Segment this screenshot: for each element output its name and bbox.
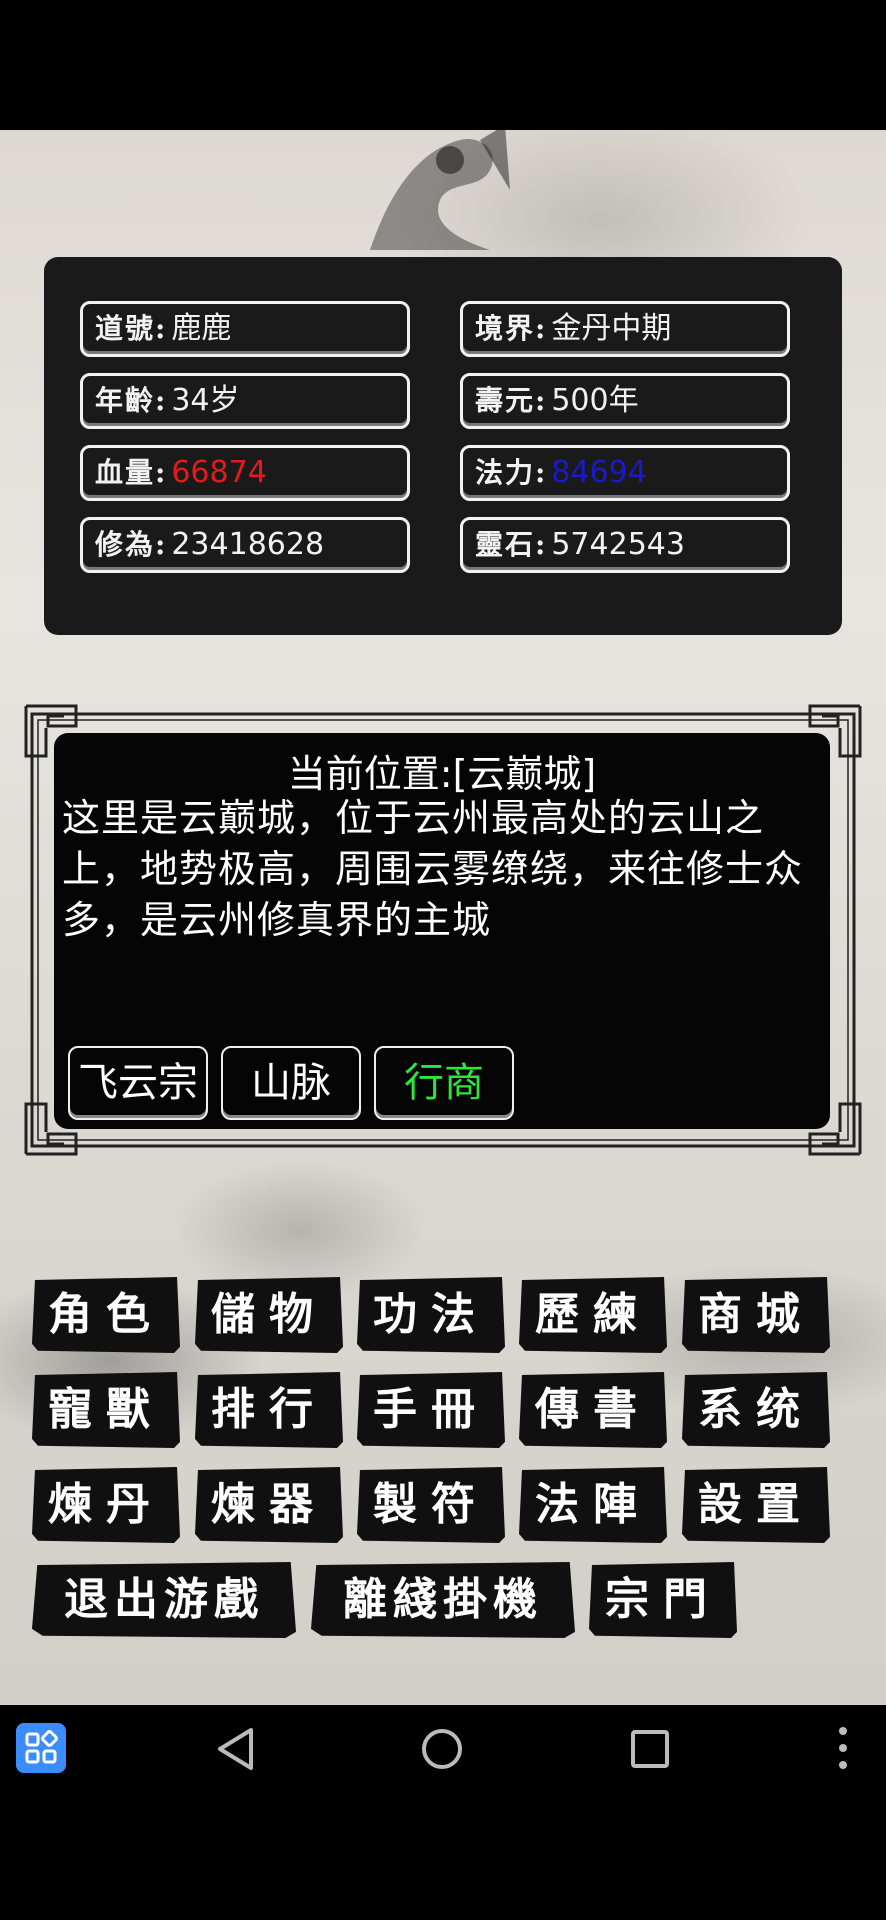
- menu-button-character[interactable]: 角色: [32, 1277, 180, 1353]
- menu-button-offline-idle[interactable]: 離綫掛機: [311, 1562, 575, 1638]
- menu-button-training[interactable]: 歷練: [519, 1277, 667, 1353]
- stat-value: 23418628: [171, 527, 325, 562]
- stat-cultivation: 修為: 23418628: [80, 517, 410, 573]
- menu-button-storage[interactable]: 儲物: [195, 1277, 343, 1353]
- stat-lifespan: 壽元: 500年: [460, 373, 790, 429]
- menu-button-manual[interactable]: 手冊: [357, 1372, 505, 1448]
- location-description: 这里是云巅城，位于云州最高处的云山之上，地势极高，周围云雾缭绕，来往修士众多，是…: [62, 796, 804, 942]
- menu-button-forging[interactable]: 煉器: [195, 1467, 343, 1543]
- recents-icon[interactable]: [630, 1729, 670, 1769]
- stat-value: 金丹中期: [551, 311, 672, 346]
- destination-button-feiyun-sect[interactable]: 飞云宗: [68, 1046, 208, 1120]
- menu-button-ranking[interactable]: 排行: [195, 1372, 343, 1448]
- stat-value: 34岁: [171, 383, 240, 418]
- menu-button-formations[interactable]: 法陣: [519, 1467, 667, 1543]
- home-icon[interactable]: [420, 1727, 464, 1771]
- menu-button-talismans[interactable]: 製符: [357, 1467, 505, 1543]
- menu-button-system[interactable]: 系统: [682, 1372, 830, 1448]
- game-screen: 道號: 鹿鹿 境界: 金丹中期 年齡: 34岁 壽元: 500年 血量: 66874 法力…: [0, 130, 886, 1705]
- stat-hp: 血量: 66874: [80, 445, 410, 501]
- destination-button-mountains[interactable]: 山脉: [221, 1046, 361, 1120]
- back-icon[interactable]: [215, 1727, 257, 1771]
- stat-value: 500年: [551, 383, 639, 418]
- player-stats-panel: 道號: 鹿鹿 境界: 金丹中期 年齡: 34岁 壽元: 500年 血量: 66874 法力…: [44, 257, 842, 635]
- stat-spirit-stones: 靈石: 5742543: [460, 517, 790, 573]
- stat-value: 5742543: [551, 527, 685, 562]
- destination-button-merchant[interactable]: 行商: [374, 1046, 514, 1120]
- ink-warrior-illustration: [370, 130, 510, 250]
- menu-button-alchemy[interactable]: 煉丹: [32, 1467, 180, 1543]
- apps-icon[interactable]: [16, 1723, 66, 1773]
- stat-age: 年齡: 34岁: [80, 373, 410, 429]
- android-navigation-bar: [0, 1705, 886, 1920]
- location-title: 当前位置:[云巅城]: [287, 752, 597, 796]
- more-icon[interactable]: [836, 1725, 850, 1771]
- stat-realm: 境界: 金丹中期: [460, 301, 790, 357]
- status-bar: [0, 0, 886, 130]
- stat-mana: 法力: 84694: [460, 445, 790, 501]
- menu-button-settings[interactable]: 設置: [682, 1467, 830, 1543]
- stat-value: 84694: [551, 455, 647, 490]
- stat-value: 66874: [171, 455, 267, 490]
- menu-button-shop[interactable]: 商城: [682, 1277, 830, 1353]
- stat-value: 鹿鹿: [171, 311, 232, 346]
- location-panel: 当前位置:[云巅城] 这里是云巅城，位于云州最高处的云山之上，地势极高，周围云雾…: [54, 733, 830, 1129]
- menu-button-pets[interactable]: 寵獸: [32, 1372, 180, 1448]
- menu-button-exit-game[interactable]: 退出游戲: [32, 1562, 296, 1638]
- menu-button-messages[interactable]: 傳書: [519, 1372, 667, 1448]
- menu-button-techniques[interactable]: 功法: [357, 1277, 505, 1353]
- stat-dao-name: 道號: 鹿鹿: [80, 301, 410, 357]
- menu-button-sect[interactable]: 宗門: [589, 1562, 737, 1638]
